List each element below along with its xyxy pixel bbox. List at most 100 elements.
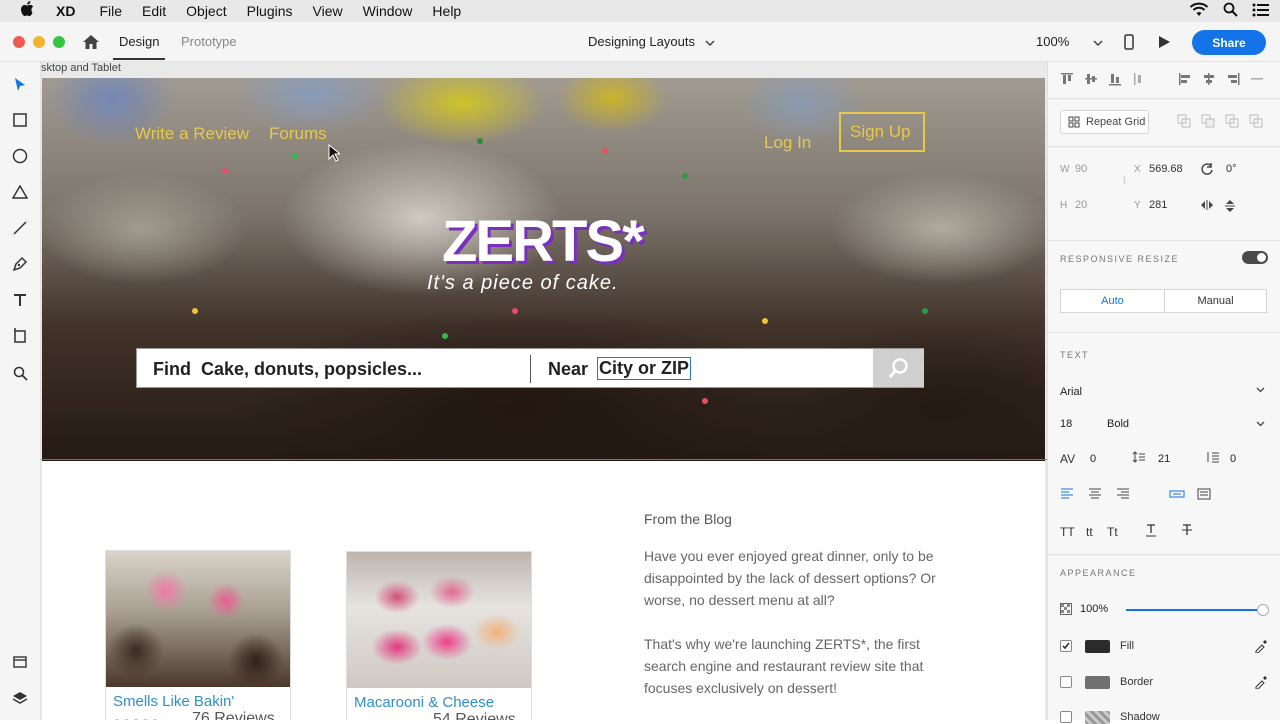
fill-checkbox[interactable] xyxy=(1060,640,1072,652)
add-shape-icon[interactable] xyxy=(1177,114,1191,131)
opacity-slider-handle[interactable] xyxy=(1257,604,1269,616)
site-logo[interactable]: ZERTS* xyxy=(442,208,645,275)
artboard-tool-icon[interactable] xyxy=(11,327,29,345)
chevron-down-icon[interactable] xyxy=(1256,418,1265,430)
border-checkbox[interactable] xyxy=(1060,676,1072,688)
layers-panel-icon[interactable] xyxy=(11,689,29,707)
align-right-icon[interactable] xyxy=(1226,72,1240,89)
font-family-select[interactable]: Arial xyxy=(1060,386,1082,398)
border-color-swatch[interactable] xyxy=(1085,676,1110,689)
wifi-icon[interactable] xyxy=(1189,2,1209,20)
subtract-shape-icon[interactable] xyxy=(1201,114,1215,131)
link-proportions-icon[interactable]: ⌇ xyxy=(1122,176,1127,187)
device-preview-icon[interactable] xyxy=(1124,34,1134,53)
resize-auto-button[interactable]: Auto xyxy=(1060,289,1165,313)
shadow-color-swatch[interactable] xyxy=(1085,711,1110,724)
menu-window[interactable]: Window xyxy=(363,3,413,19)
zoom-window-button[interactable] xyxy=(53,36,65,48)
blog-paragraph[interactable]: That's why we're launching ZERTS*, the f… xyxy=(644,633,954,699)
strikethrough-icon[interactable] xyxy=(1182,524,1192,539)
align-left-icon[interactable] xyxy=(1178,72,1192,89)
rectangle-tool-icon[interactable] xyxy=(11,111,29,129)
menu-help[interactable]: Help xyxy=(432,3,461,19)
align-text-left-icon[interactable] xyxy=(1060,488,1074,502)
menu-plugins[interactable]: Plugins xyxy=(247,3,293,19)
area-text-icon[interactable] xyxy=(1197,488,1211,503)
menu-app-xd[interactable]: XD xyxy=(56,3,75,19)
align-top-icon[interactable] xyxy=(1060,72,1074,89)
write-review-link[interactable]: Write a Review xyxy=(135,124,249,144)
zoom-tool-icon[interactable] xyxy=(11,364,29,382)
minimize-window-button[interactable] xyxy=(33,36,45,48)
menu-file[interactable]: File xyxy=(99,3,122,19)
repeat-grid-button[interactable]: Repeat Grid xyxy=(1060,110,1149,134)
fill-color-swatch[interactable] xyxy=(1085,640,1110,653)
distribute-vertical-icon[interactable] xyxy=(1132,72,1146,89)
width-input[interactable]: 90 xyxy=(1075,163,1087,175)
paragraph-spacing-input[interactable]: 0 xyxy=(1230,453,1236,465)
polygon-tool-icon[interactable] xyxy=(11,183,29,201)
underline-icon[interactable] xyxy=(1146,524,1156,540)
align-text-center-icon[interactable] xyxy=(1088,488,1102,502)
align-center-icon[interactable] xyxy=(1202,72,1216,89)
play-preview-icon[interactable] xyxy=(1158,35,1171,52)
tab-design[interactable]: Design xyxy=(119,34,159,49)
zoom-dropdown[interactable]: 100% xyxy=(1036,34,1103,49)
eyedropper-icon[interactable] xyxy=(1254,675,1268,692)
align-middle-icon[interactable] xyxy=(1084,72,1098,89)
x-input[interactable]: 569.68 xyxy=(1149,163,1183,175)
pen-tool-icon[interactable] xyxy=(11,255,29,273)
uppercase-button[interactable]: TT xyxy=(1060,525,1075,539)
card-title[interactable]: Smells Like Bakin' xyxy=(113,693,234,710)
near-input-selected[interactable]: City or ZIP xyxy=(597,357,692,380)
card-title[interactable]: Macarooni & Cheese xyxy=(354,694,494,711)
line-tool-icon[interactable] xyxy=(11,219,29,237)
login-link[interactable]: Log In xyxy=(764,133,811,153)
search-button[interactable] xyxy=(873,349,924,387)
flip-horizontal-icon[interactable] xyxy=(1200,199,1214,214)
notification-center-icon[interactable] xyxy=(1252,3,1270,20)
line-spacing-input[interactable]: 21 xyxy=(1158,453,1170,465)
design-canvas[interactable]: sktop and Tablet Write a Review Forums L… xyxy=(41,62,1047,720)
point-text-icon[interactable] xyxy=(1169,489,1185,502)
restaurant-card[interactable]: Smells Like Bakin' ●●●●● 76 Reviews xyxy=(105,550,291,720)
y-input[interactable]: 281 xyxy=(1149,199,1167,211)
opacity-slider[interactable] xyxy=(1126,609,1262,611)
apple-icon[interactable] xyxy=(0,1,56,21)
align-text-right-icon[interactable] xyxy=(1116,488,1130,502)
tab-prototype[interactable]: Prototype xyxy=(181,34,237,49)
menu-object[interactable]: Object xyxy=(186,3,226,19)
close-window-button[interactable] xyxy=(13,36,25,48)
chevron-down-icon[interactable] xyxy=(1256,384,1265,396)
restaurant-card[interactable]: Macarooni & Cheese ●●●●○ 54 Reviews xyxy=(346,551,532,720)
site-tagline[interactable]: It's a piece of cake. xyxy=(427,272,619,295)
artboard-content[interactable]: Smells Like Bakin' ●●●●● 76 Reviews Maca… xyxy=(42,461,1045,720)
ellipse-tool-icon[interactable] xyxy=(11,147,29,165)
eyedropper-icon[interactable] xyxy=(1254,639,1268,656)
find-input[interactable]: Cake, donuts, popsicles... xyxy=(201,359,422,380)
home-icon[interactable] xyxy=(82,33,100,51)
blog-paragraph[interactable]: Have you ever enjoyed great dinner, only… xyxy=(644,545,954,611)
font-weight-select[interactable]: Bold xyxy=(1107,418,1129,430)
intersect-shape-icon[interactable] xyxy=(1225,114,1239,131)
align-bottom-icon[interactable] xyxy=(1108,72,1122,89)
search-bar[interactable]: Find Cake, donuts, popsicles... Near Cit… xyxy=(136,348,924,388)
opacity-input[interactable]: 100% xyxy=(1080,603,1108,615)
menu-edit[interactable]: Edit xyxy=(142,3,166,19)
hero-image[interactable]: Write a Review Forums Log In Sign Up ZER… xyxy=(42,78,1045,461)
forums-link[interactable]: Forums xyxy=(269,124,327,144)
exclude-shape-icon[interactable] xyxy=(1249,114,1263,131)
signup-button[interactable]: Sign Up xyxy=(850,122,910,142)
distribute-horizontal-icon[interactable] xyxy=(1250,72,1264,89)
titlecase-button[interactable]: Tt xyxy=(1107,525,1118,539)
artboard-label[interactable]: sktop and Tablet xyxy=(41,62,121,74)
menu-view[interactable]: View xyxy=(313,3,343,19)
select-tool-icon[interactable] xyxy=(11,76,29,94)
document-title-dropdown[interactable]: Designing Layouts xyxy=(588,34,715,49)
rotation-input[interactable]: 0° xyxy=(1226,163,1237,175)
blog-heading[interactable]: From the Blog xyxy=(644,511,732,527)
resize-manual-button[interactable]: Manual xyxy=(1164,289,1267,313)
responsive-resize-toggle[interactable] xyxy=(1242,251,1268,264)
flip-vertical-icon[interactable] xyxy=(1224,199,1236,216)
text-tool-icon[interactable] xyxy=(11,291,29,309)
